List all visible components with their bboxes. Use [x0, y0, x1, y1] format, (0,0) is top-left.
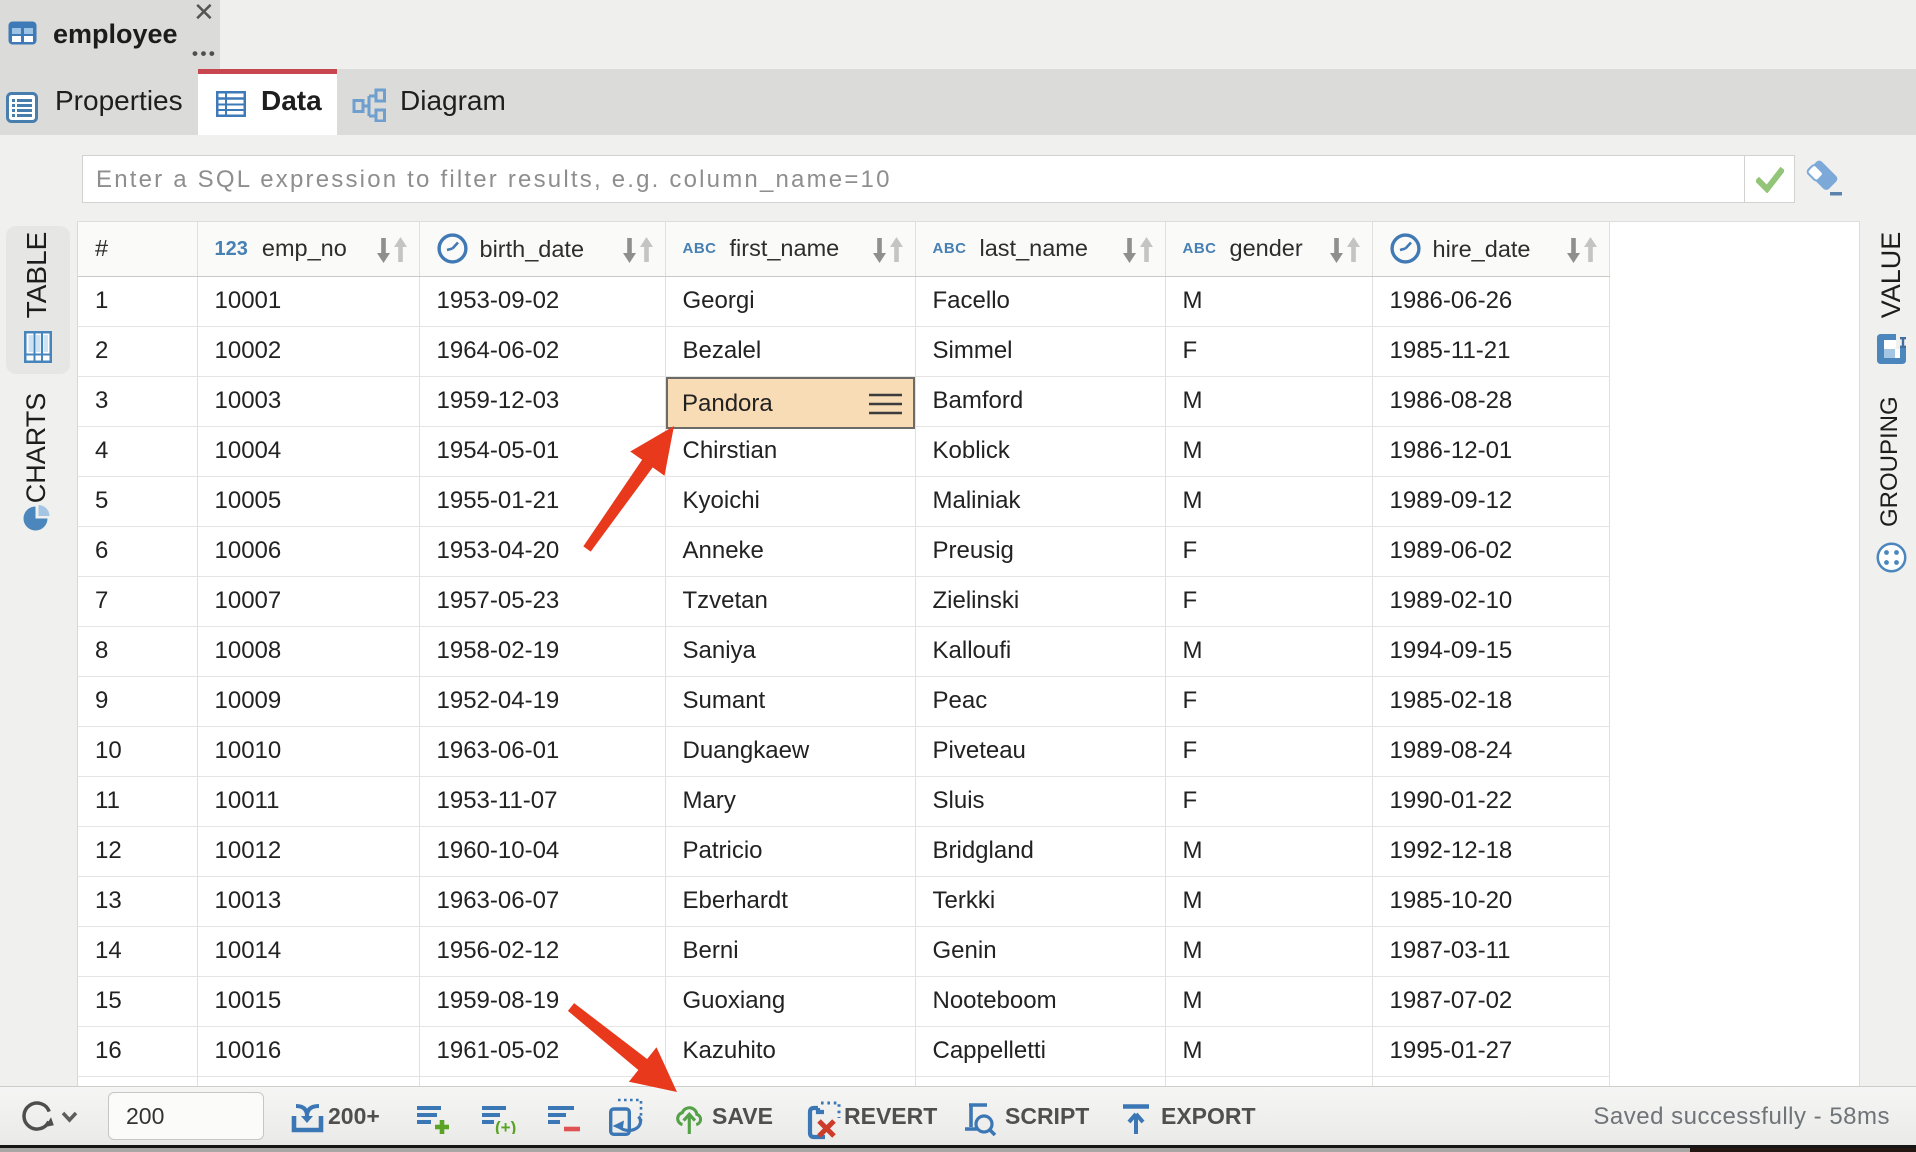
svg-text:(+): (+): [495, 1118, 516, 1134]
